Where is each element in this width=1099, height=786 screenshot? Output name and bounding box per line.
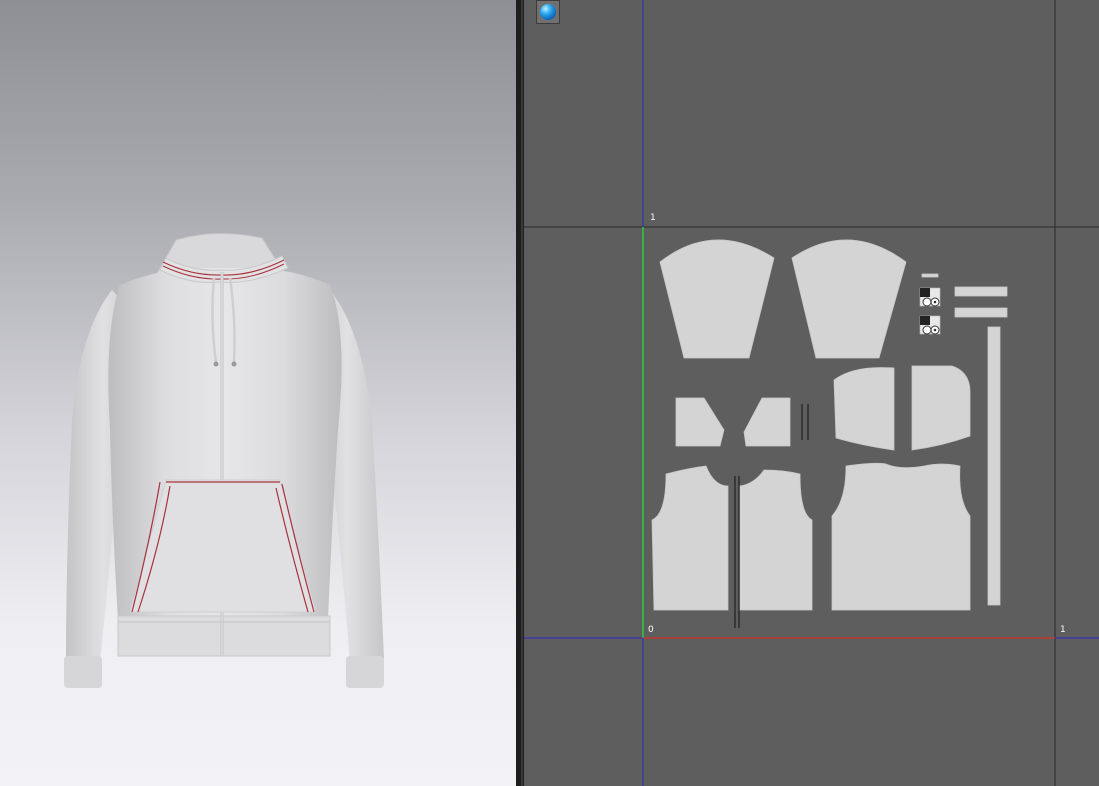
pattern-tabs: [919, 287, 941, 335]
uv-label-origin: 0: [648, 625, 654, 635]
pattern-sleeve-right: [791, 239, 907, 359]
right-cuff: [346, 656, 384, 688]
pattern-cuff-b: [954, 307, 1008, 318]
2d-pattern-viewport[interactable]: 1 0 1: [524, 0, 1099, 786]
left-cuff: [64, 656, 102, 688]
pattern-hem-band: [987, 326, 1001, 606]
uv-label-bottom-right: 1: [1060, 625, 1066, 635]
pattern-trim-a: [921, 273, 939, 278]
viewport-splitter[interactable]: [516, 0, 524, 786]
pattern-back: [831, 462, 971, 611]
pattern-hood-right: [911, 365, 971, 451]
uv-layout-canvas: [524, 0, 1099, 786]
pattern-pocket-left: [675, 397, 725, 447]
blue-sphere-icon: [540, 4, 556, 20]
hoodie-3d-render: [64, 233, 384, 688]
pattern-front-right: [739, 469, 813, 611]
pattern-hood-left: [833, 367, 895, 451]
pattern-pocket-right: [743, 397, 791, 447]
pattern-cuff-a: [954, 286, 1008, 297]
pattern-sleeve-left: [659, 239, 775, 359]
3d-viewport[interactable]: [0, 0, 516, 786]
display-sphere-toggle[interactable]: [536, 0, 560, 24]
pattern-front-left: [651, 465, 729, 611]
uv-label-top-left: 1: [650, 213, 656, 223]
